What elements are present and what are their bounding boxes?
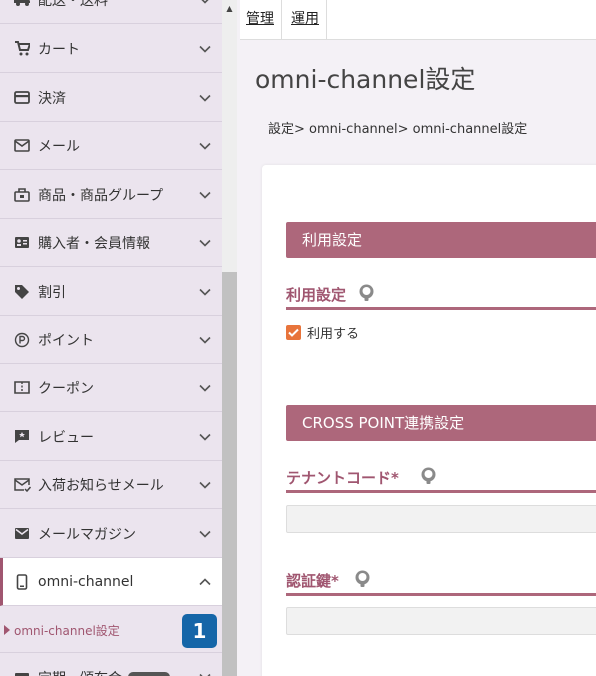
sidebar-item-label: カート [38, 41, 80, 58]
sidebar-item-label: 配送・送料 [38, 0, 108, 9]
lightbulb-icon[interactable] [354, 570, 371, 588]
usage-checkbox[interactable] [286, 324, 301, 340]
page-title: omni-channel設定 [255, 65, 476, 94]
sidebar-item-cart[interactable]: カート [0, 25, 222, 73]
sidebar-item-label: メール [38, 138, 80, 155]
checkmark-icon [288, 328, 299, 337]
chevron-down-icon [199, 673, 211, 676]
sidebar-item-review[interactable]: レビュー [0, 413, 222, 461]
sidebar-item-restock-mail[interactable]: 入荷お知らせメール [0, 461, 222, 509]
section-header-usage: 利用設定 [286, 222, 596, 258]
field-heading-auth-key: 認証鍵* [286, 568, 596, 596]
envelope-icon [13, 137, 31, 155]
calendar-icon [13, 669, 31, 676]
sidebar: 配送・送料 カート 決済 メール 商品・商品グループ 購入者・会員情報 割引 ポ… [0, 0, 222, 676]
chevron-down-icon [199, 433, 211, 441]
sidebar-item-points[interactable]: ポイント [0, 316, 222, 364]
tag-icon [13, 283, 31, 301]
chevron-down-icon [199, 530, 211, 538]
sidebar-item-label: 商品・商品グループ [38, 187, 164, 204]
chevron-down-icon [201, 0, 209, 4]
sidebar-item-label: 決済 [38, 90, 66, 107]
sidebar-item-label: 入荷お知らせメール [38, 477, 164, 494]
chevron-down-icon [199, 481, 211, 489]
chevron-down-icon [199, 191, 211, 199]
scrollbar-thumb[interactable] [222, 272, 237, 676]
newsletter-icon [13, 525, 31, 543]
chevron-down-icon [199, 384, 211, 392]
chevron-down-icon [199, 142, 211, 150]
lightbulb-icon[interactable] [420, 467, 437, 485]
review-icon [13, 428, 31, 446]
field-label: 認証鍵* [286, 572, 339, 590]
sidebar-subitem-label: omni-channel設定 [14, 624, 120, 638]
tab-bar: 管理 運用 [240, 0, 596, 40]
field-heading-usage: 利用設定 [286, 282, 596, 310]
scroll-up-arrow-icon[interactable]: ▲ [222, 0, 237, 18]
sidebar-item-label: ポイント [38, 332, 94, 349]
sidebar-scrollbar[interactable]: ▲ [222, 0, 237, 676]
chevron-down-icon [199, 239, 211, 247]
sidebar-item-members[interactable]: 購入者・会員情報 [0, 219, 222, 267]
chevron-up-icon [199, 577, 211, 585]
truck-icon [13, 0, 31, 9]
status-badge [128, 672, 170, 676]
sidebar-item-label: 購入者・会員情報 [38, 235, 150, 252]
coupon-icon [13, 379, 31, 397]
sidebar-item-products[interactable]: 商品・商品グループ [0, 171, 222, 219]
sidebar-item-shipping[interactable]: 配送・送料 [0, 0, 222, 24]
sidebar-item-label: 割引 [38, 284, 66, 301]
point-icon [13, 331, 31, 349]
sidebar-item-payment[interactable]: 決済 [0, 74, 222, 122]
notice-mail-icon [13, 476, 31, 494]
usage-checkbox-row[interactable]: 利用する [286, 323, 360, 342]
sidebar-item-discount[interactable]: 割引 [0, 268, 222, 316]
section-header-crosspoint: CROSS POINT連携設定 [286, 405, 596, 441]
chevron-down-icon [199, 94, 211, 102]
sidebar-item-omni-channel[interactable]: omni-channel [0, 558, 222, 606]
credit-card-icon [13, 89, 31, 107]
auth-key-input[interactable] [286, 607, 596, 635]
chevron-down-icon [199, 288, 211, 296]
checkbox-label: 利用する [307, 326, 360, 342]
field-heading-tenant-code: テナントコード* [286, 465, 596, 493]
sidebar-item-label: omni-channel [38, 573, 134, 590]
tenant-code-input[interactable] [286, 505, 596, 533]
product-icon [13, 186, 31, 204]
id-card-icon [13, 234, 31, 252]
chevron-down-icon [199, 45, 211, 53]
cart-icon [13, 40, 31, 58]
sidebar-item-newsletter[interactable]: メールマガジン [0, 510, 222, 558]
lightbulb-icon[interactable] [358, 284, 375, 302]
sidebar-item-coupon[interactable]: クーポン [0, 364, 222, 412]
sidebar-item-label: クーポン [38, 380, 94, 397]
sidebar-item-label: 定期・頒布会 [38, 668, 122, 676]
sidebar-item-mail[interactable]: メール [0, 122, 222, 170]
chevron-down-icon [199, 336, 211, 344]
sidebar-item-label: レビュー [38, 429, 94, 446]
tab-manage[interactable]: 管理 [240, 0, 282, 40]
step-badge: 1 [182, 614, 217, 648]
caret-right-icon [4, 625, 10, 635]
sidebar-item-label: メールマガジン [38, 526, 136, 543]
breadcrumb: 設定> omni-channel> omni-channel設定 [268, 122, 528, 137]
field-label: 利用設定 [286, 286, 347, 304]
field-label: テナントコード* [286, 469, 399, 487]
tab-operation[interactable]: 運用 [283, 0, 327, 40]
mobile-icon [13, 573, 31, 591]
sidebar-item-subscription[interactable]: 定期・頒布会 [0, 654, 222, 676]
